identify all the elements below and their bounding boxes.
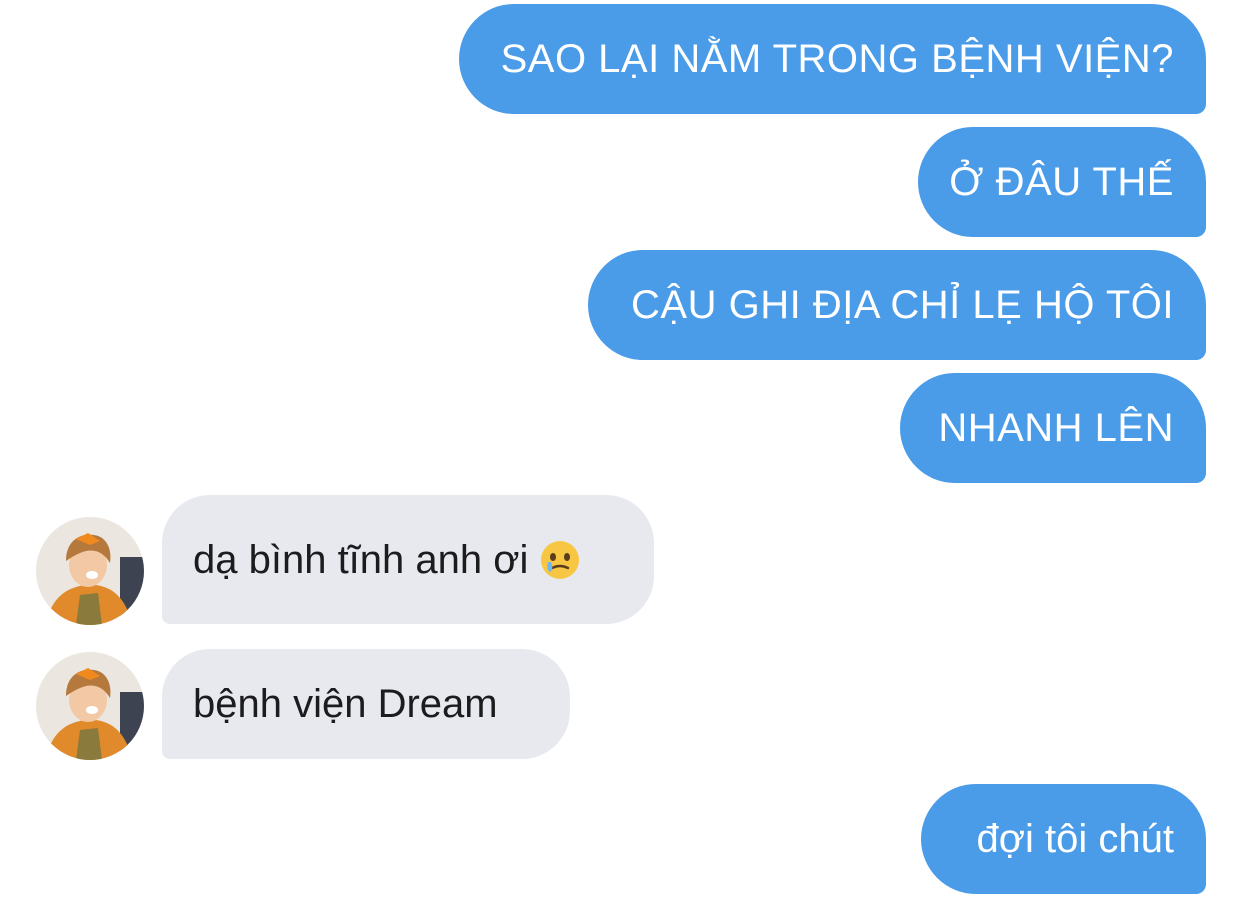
outgoing-message-bubble[interactable]: CẬU GHI ĐỊA CHỈ LẸ HỘ TÔI [588,250,1206,360]
face-holding-back-tears-icon [541,540,580,579]
avatar-photo [36,517,144,625]
outgoing-message-bubble[interactable]: NHANH LÊN [900,373,1206,483]
incoming-message-bubble[interactable]: dạ bình tĩnh anh ơi [162,495,654,624]
message-text: dạ bình tĩnh anh ơi [193,537,529,582]
contact-avatar[interactable] [36,652,144,760]
message-text: bệnh viện Dream [193,682,498,726]
message-text: SAO LẠI NẰM TRONG BỆNH VIỆN? [500,37,1174,81]
message-text: Ở ĐÂU THẾ [949,160,1174,204]
avatar-photo [36,652,144,760]
incoming-message-bubble[interactable]: bệnh viện Dream [162,649,570,759]
message-text: NHANH LÊN [938,406,1174,450]
message-text: CẬU GHI ĐỊA CHỈ LẸ HỘ TÔI [631,283,1174,327]
message-text: đợi tôi chút [976,817,1174,861]
contact-avatar[interactable] [36,517,144,625]
outgoing-message-bubble[interactable]: đợi tôi chút [921,784,1206,894]
outgoing-message-bubble[interactable]: Ở ĐÂU THẾ [918,127,1206,237]
outgoing-message-bubble[interactable]: SAO LẠI NẰM TRONG BỆNH VIỆN? [459,4,1206,114]
